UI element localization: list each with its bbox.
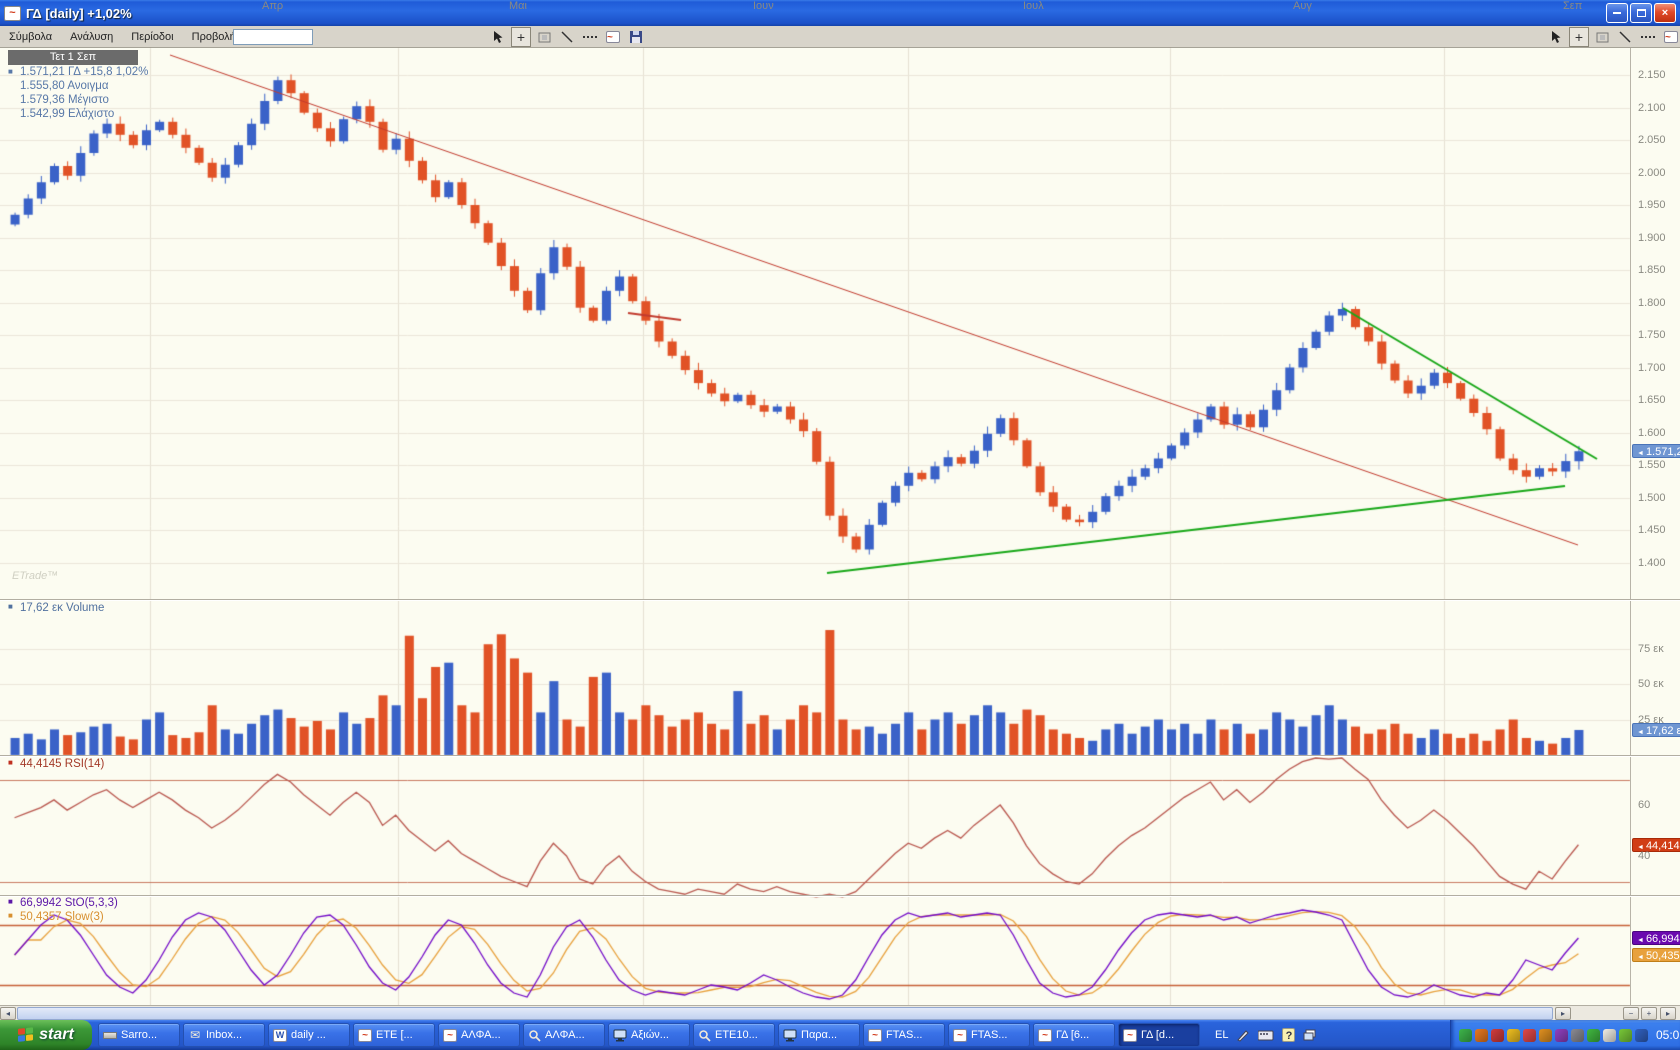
volume-axis-label: 50 εκ — [1638, 678, 1664, 690]
tray-antivirus-icon[interactable] — [1587, 1029, 1600, 1042]
scroll-left-button[interactable]: ◂ — [0, 1007, 16, 1020]
taskbar-task-11[interactable]: ~FTAS... — [948, 1023, 1030, 1047]
taskbar-clock[interactable]: 05:09 — [1656, 1028, 1680, 1042]
price-axis-label: 1.900 — [1638, 232, 1666, 244]
price-axis-label: 1.950 — [1638, 199, 1666, 211]
quote-open-row: 1.555,80 Ανοιγμα — [8, 79, 208, 93]
zoom-out-button[interactable]: − — [1623, 1007, 1639, 1020]
scroll-split-button[interactable]: ▸ — [1660, 1007, 1676, 1020]
keyboard-icon[interactable] — [1258, 1029, 1274, 1041]
restore-windows-icon[interactable] — [1303, 1029, 1317, 1041]
platform-watermark: ETrade™ — [12, 570, 58, 582]
taskbar-task-9[interactable]: Παρα... — [778, 1023, 860, 1047]
price-axis-label: 1.700 — [1638, 362, 1666, 374]
price-axis-label: 1.600 — [1638, 427, 1666, 439]
price-axis-label: 2.000 — [1638, 167, 1666, 179]
price-axis-label: 1.650 — [1638, 394, 1666, 406]
tray-audio-icon[interactable] — [1571, 1029, 1584, 1042]
tray-leaf-icon[interactable] — [1619, 1029, 1632, 1042]
taskbar-task-1[interactable]: Sarro... — [98, 1023, 180, 1047]
taskbar-task-8[interactable]: ΕΤΕ10... — [693, 1023, 775, 1047]
quote-high-row: 1.579,36 Μέγιστο — [8, 93, 208, 107]
quote-last-row: 1.571,21 ΓΔ +15,8 1,02% — [8, 65, 208, 79]
application-window: ~ ΓΔ [daily] +1,02% × Σύμβολα Ανάλυση Πε… — [0, 0, 1680, 1050]
system-tray: 05:09 — [1450, 1020, 1680, 1050]
tray-network-icon[interactable] — [1635, 1029, 1648, 1042]
volume-rsi-divider — [0, 755, 1680, 757]
tray-error-icon[interactable] — [1491, 1029, 1504, 1042]
price-axis-label: 1.800 — [1638, 297, 1666, 309]
stochastic-k-label: 66,9942 StO(5,3,3) — [8, 897, 118, 909]
help-icon[interactable]: ? — [1282, 1028, 1295, 1042]
rsi-axis-label: 40 — [1638, 850, 1650, 862]
taskbar-task-2[interactable]: ✉Inbox... — [183, 1023, 265, 1047]
price-axis-label: 1.550 — [1638, 459, 1666, 471]
price-axis-label: 2.050 — [1638, 134, 1666, 146]
x-axis-month-label: Ιουν — [753, 0, 774, 12]
price-axis-label: 1.750 — [1638, 329, 1666, 341]
tray-download-icon[interactable] — [1459, 1029, 1472, 1042]
taskbar-task-3[interactable]: Wdaily ... — [268, 1023, 350, 1047]
price-axis-label: 1.450 — [1638, 524, 1666, 536]
language-indicator[interactable]: EL — [1215, 1029, 1228, 1041]
quote-low-row: 1.542,99 Ελάχιστο — [8, 107, 208, 121]
price-axis-label: 1.500 — [1638, 492, 1666, 504]
price-axis-label: 1.850 — [1638, 264, 1666, 276]
tray-gmail-icon[interactable] — [1523, 1029, 1536, 1042]
last-price-tag: 1.571,21 — [1632, 444, 1680, 458]
taskbar-task-6[interactable]: ΑΛΦΑ... — [523, 1023, 605, 1047]
pen-input-icon[interactable] — [1236, 1028, 1250, 1042]
taskbar-task-7[interactable]: Αξιών... — [608, 1023, 690, 1047]
stochastic-d-tag: 50,4357 — [1632, 948, 1680, 962]
tray-document-icon[interactable] — [1603, 1029, 1616, 1042]
price-axis-label: 1.400 — [1638, 557, 1666, 569]
start-button[interactable]: start — [0, 1020, 92, 1050]
price-chart-canvas[interactable] — [0, 0, 1680, 1005]
horizontal-scrollbar[interactable]: ◂ ▸ − + ▸ — [0, 1005, 1680, 1020]
volume-panel-label: 17,62 εκ Volume — [8, 602, 104, 614]
stochastic-k-tag: 66,9942 — [1632, 931, 1680, 945]
axis-divider — [1630, 48, 1631, 1005]
windows-logo-icon — [18, 1027, 34, 1043]
taskbar-task-12[interactable]: ~ΓΔ [6... — [1033, 1023, 1115, 1047]
rsi-axis-label: 60 — [1638, 799, 1650, 811]
quote-info-box: Τετ 1 Σεπ 1.571,21 ΓΔ +15,8 1,02% 1.555,… — [8, 50, 208, 121]
scroll-right-button[interactable]: ▸ — [1555, 1007, 1571, 1020]
volume-axis-label: 25 εκ — [1638, 714, 1664, 726]
x-axis-month-label: Αυγ — [1293, 0, 1312, 12]
x-axis-month-label: Ιουλ — [1023, 0, 1044, 12]
taskbar-task-4[interactable]: ~ETE [... — [353, 1023, 435, 1047]
quote-date: Τετ 1 Σεπ — [8, 50, 138, 65]
price-volume-divider — [0, 599, 1680, 601]
tray-security-shield-icon[interactable] — [1507, 1029, 1520, 1042]
scrollbar-thumb[interactable] — [17, 1007, 1553, 1020]
price-axis-label: 2.150 — [1638, 69, 1666, 81]
tray-media-icon[interactable] — [1555, 1029, 1568, 1042]
x-axis-month-label: Απρ — [262, 0, 283, 12]
zoom-in-button[interactable]: + — [1641, 1007, 1657, 1020]
volume-axis-label: 75 εκ — [1638, 643, 1664, 655]
taskbar-task-13[interactable]: ~ΓΔ [d... — [1118, 1023, 1200, 1047]
stochastic-d-label: 50,4357 Slow(3) — [8, 911, 104, 923]
rsi-stoch-divider — [0, 895, 1680, 897]
tray-java-icon[interactable] — [1475, 1029, 1488, 1042]
x-axis-month-label: Σεπ — [1563, 0, 1582, 12]
rsi-panel-label: 44,4145 RSI(14) — [8, 758, 104, 770]
price-axis-label: 2.100 — [1638, 102, 1666, 114]
taskbar-task-10[interactable]: ~FTAS... — [863, 1023, 945, 1047]
x-axis-month-label: Μαι — [509, 0, 527, 12]
taskbar: start Sarro...✉Inbox...Wdaily ...~ETE [.… — [0, 1020, 1680, 1050]
tray-alert-flag-icon[interactable] — [1539, 1029, 1552, 1042]
taskbar-task-5[interactable]: ~ΑΛΦΑ... — [438, 1023, 520, 1047]
